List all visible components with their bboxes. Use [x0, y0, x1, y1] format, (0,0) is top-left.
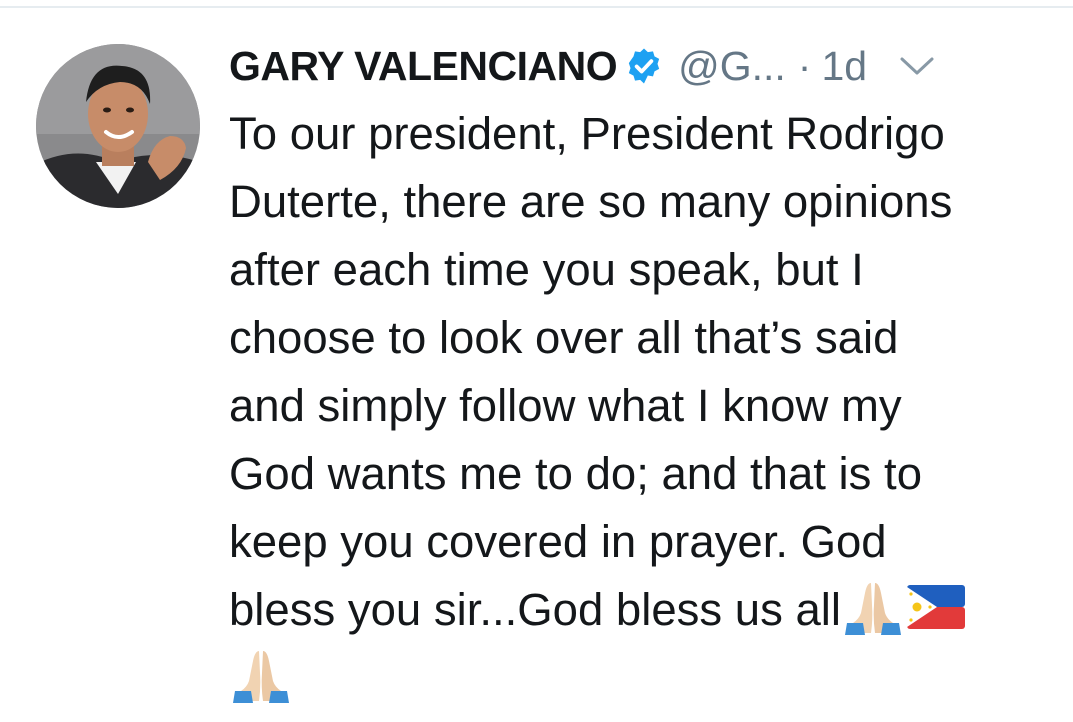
- folded-hands-emoji-icon: [229, 647, 293, 703]
- tweet-text-line: God wants me to do; and that is to: [229, 448, 923, 499]
- user-handle[interactable]: @G...: [678, 43, 786, 90]
- tweet-text: To our president, President Rodrigo Dute…: [229, 100, 1059, 712]
- tweet-text-line: keep you covered in prayer. God: [229, 516, 887, 567]
- timestamp[interactable]: 1d: [821, 43, 867, 90]
- tweet-text-line: Duterte, there are so many opinions: [229, 176, 953, 227]
- philippines-flag-emoji-icon: [907, 580, 966, 629]
- tweet-body: GARY VALENCIANO @G... · 1d To our presid…: [229, 30, 1059, 712]
- chevron-down-icon[interactable]: [899, 55, 935, 77]
- tweet-header: GARY VALENCIANO @G... · 1d: [229, 30, 1059, 102]
- tweet-text-line: choose to look over all that’s said: [229, 312, 899, 363]
- tweet-text-segment: bless you sir...God bless us all: [229, 584, 842, 635]
- tweet-text-line-with-emoji: bless you sir...God bless us all: [229, 576, 1059, 644]
- profile-photo: [36, 44, 200, 208]
- top-divider: [0, 6, 1073, 8]
- avatar[interactable]: [36, 44, 200, 208]
- separator-dot: ·: [797, 42, 812, 89]
- tweet-text-line-emoji: [229, 644, 1059, 712]
- tweet-text-line: and simply follow what I know my: [229, 380, 902, 431]
- verified-badge-icon: [624, 46, 664, 86]
- tweet-text-line: To our president, President Rodrigo: [229, 108, 945, 159]
- display-name[interactable]: GARY VALENCIANO: [229, 43, 618, 90]
- tweet-text-line: after each time you speak, but I: [229, 244, 864, 295]
- folded-hands-emoji-icon: [841, 579, 905, 635]
